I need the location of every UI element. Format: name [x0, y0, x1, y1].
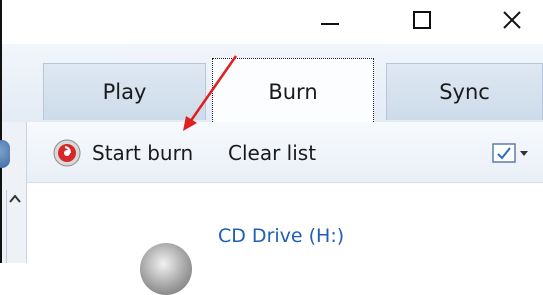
tab-play[interactable]: Play: [43, 63, 206, 120]
maximize-button[interactable]: [402, 4, 442, 36]
minimize-button[interactable]: [310, 4, 350, 36]
minimize-icon: [321, 23, 339, 25]
close-icon: [503, 11, 521, 29]
tab-play-label: Play: [102, 80, 147, 104]
pane-orb: [0, 140, 10, 168]
tab-sync-label: Sync: [439, 80, 490, 104]
clear-list-label: Clear list: [228, 141, 317, 165]
clear-list-button[interactable]: Clear list: [228, 137, 316, 169]
tab-sync[interactable]: Sync: [386, 63, 543, 120]
start-burn-label: Start burn: [92, 141, 194, 165]
title-bar: [0, 0, 543, 44]
tab-burn[interactable]: Burn: [212, 58, 374, 124]
cd-drive-link[interactable]: CD Drive (H:): [218, 225, 344, 247]
burn-options-button[interactable]: [492, 141, 530, 167]
maximize-icon: [413, 11, 431, 29]
left-pane-scrollbar[interactable]: [6, 190, 23, 263]
chevron-down-icon: [520, 151, 528, 156]
close-button[interactable]: [492, 4, 532, 36]
start-burn-button[interactable]: Start burn: [52, 137, 193, 169]
burn-icon: [53, 139, 81, 167]
cd-disc-icon: [140, 243, 192, 295]
chevron-up-icon: [9, 194, 21, 203]
tab-burn-label: Burn: [268, 79, 318, 104]
burn-options-icon: [492, 143, 516, 163]
